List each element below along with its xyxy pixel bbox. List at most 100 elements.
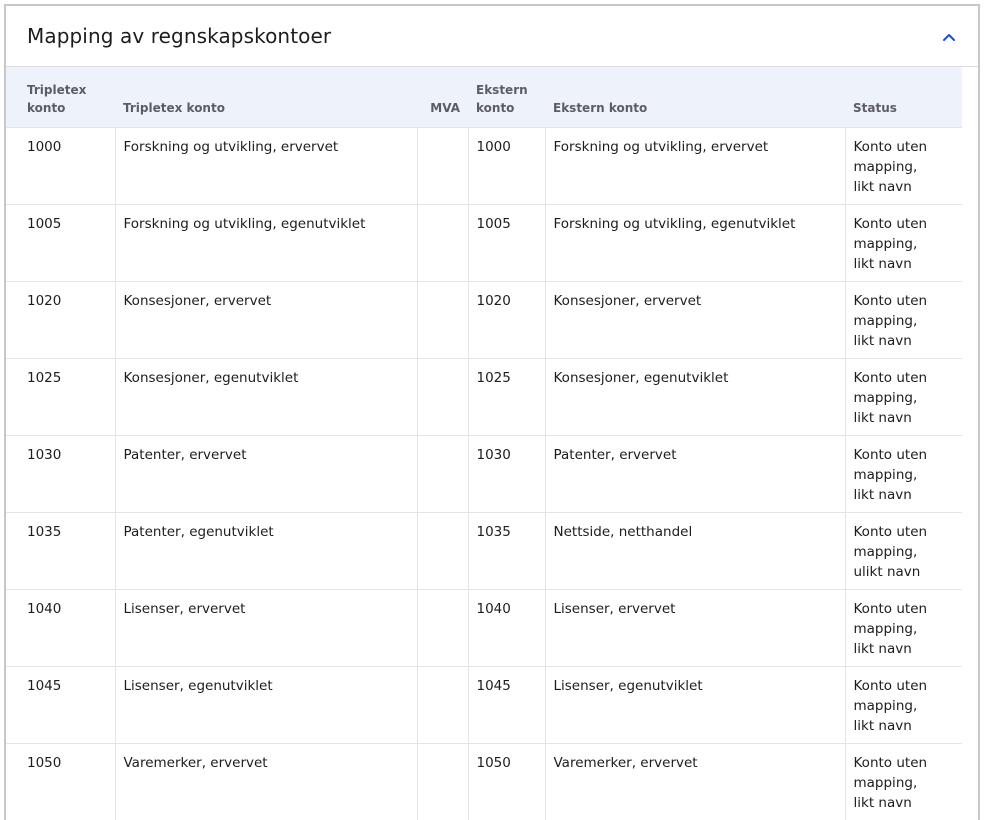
external-account-number-text: 1030: [476, 446, 511, 463]
status-cell-text: Konto uten mapping, likt navn: [853, 215, 928, 272]
tripletex-account-number: 1020: [6, 281, 115, 358]
external-account-name-text: Patenter, ervervet: [553, 446, 677, 463]
tripletex-account-number-text: 1030: [27, 446, 62, 463]
external-account-name: Forskning og utvikling, ervervet: [544, 127, 845, 204]
external-account-number: 1050: [467, 743, 545, 820]
header-mva[interactable]: MVA: [417, 67, 468, 127]
tripletex-account-number-text: 1005: [27, 215, 62, 232]
mva-cell: [416, 589, 468, 666]
tripletex-account-number: 1045: [6, 666, 115, 743]
table-row[interactable]: 1025 Konsesjoner, egenutviklet 1025 Konsesj…: [6, 358, 962, 435]
tripletex-account-number: 1000: [6, 127, 115, 204]
status-cell: Konto uten mapping, likt navn: [844, 743, 962, 820]
status-cell-text: Konto uten mapping, likt navn: [853, 600, 928, 657]
external-account-name-text: Konsesjoner, egenutviklet: [553, 369, 729, 386]
panel-title: Mapping av regnskapskontoer: [27, 24, 332, 48]
chevron-up-icon: [943, 34, 955, 41]
tripletex-account-number: 1005: [6, 204, 115, 281]
tripletex-account-name-text: Lisenser, ervervet: [123, 600, 246, 617]
external-account-name: Varemerker, ervervet: [544, 743, 845, 820]
tripletex-account-number: 1035: [6, 512, 115, 589]
status-cell-text: Konto uten mapping, likt navn: [853, 138, 928, 195]
mapping-table-container: Tripletex konto Tripletex konto MVA Ekst…: [6, 67, 962, 820]
external-account-name: Konsesjoner, egenutviklet: [544, 358, 845, 435]
header-external-account-number[interactable]: Ekstern konto: [468, 67, 545, 127]
header-external-account-name[interactable]: Ekstern konto: [545, 67, 845, 127]
table-row[interactable]: 1005 Forskning og utvikling, egenutviklet…: [6, 204, 962, 281]
panel-header[interactable]: Mapping av regnskapskontoer: [6, 6, 978, 67]
external-account-name: Patenter, ervervet: [544, 435, 845, 512]
tripletex-account-name-text: Forskning og utvikling, egenutviklet: [123, 215, 366, 232]
status-cell: Konto uten mapping, likt navn: [844, 127, 962, 204]
table-row[interactable]: 1050 Varemerker, ervervet 1050 Varemerker, …: [6, 743, 962, 820]
external-account-number-text: 1035: [476, 523, 511, 540]
external-account-name: Lisenser, ervervet: [544, 589, 845, 666]
tripletex-account-name: Varemerker, ervervet: [114, 743, 417, 820]
external-account-number-text: 1050: [476, 754, 511, 771]
external-account-name: Nettside, netthandel: [544, 512, 845, 589]
tripletex-account-name: Patenter, egenutviklet: [114, 512, 417, 589]
external-account-name-text: Nettside, netthandel: [553, 523, 693, 540]
mva-cell: [416, 358, 468, 435]
external-account-name: Forskning og utvikling, egenutviklet: [544, 204, 845, 281]
header-tripletex-account-number[interactable]: Tripletex konto: [6, 67, 115, 127]
external-account-number-text: 1020: [476, 292, 511, 309]
tripletex-account-number-text: 1045: [27, 677, 62, 694]
table-row[interactable]: 1035 Patenter, egenutviklet 1035 Nettside, …: [6, 512, 962, 589]
mva-cell: [416, 127, 468, 204]
external-account-number: 1025: [467, 358, 545, 435]
external-account-name: Konsesjoner, ervervet: [544, 281, 845, 358]
tripletex-account-number: 1040: [6, 589, 115, 666]
external-account-number-text: 1005: [476, 215, 511, 232]
tripletex-account-name-text: Varemerker, ervervet: [123, 754, 268, 771]
external-account-name: Lisenser, egenutviklet: [544, 666, 845, 743]
external-account-number: 1000: [467, 127, 545, 204]
tripletex-account-name: Konsesjoner, egenutviklet: [114, 358, 417, 435]
status-cell: Konto uten mapping, likt navn: [844, 589, 962, 666]
tripletex-account-number: 1025: [6, 358, 115, 435]
tripletex-account-number: 1050: [6, 743, 115, 820]
status-cell-text: Konto uten mapping, likt navn: [853, 369, 928, 426]
tripletex-account-name: Konsesjoner, ervervet: [114, 281, 417, 358]
external-account-number-text: 1045: [476, 677, 511, 694]
tripletex-account-name-text: Konsesjoner, ervervet: [123, 292, 272, 309]
table-header-row: Tripletex konto Tripletex konto MVA Ekst…: [6, 67, 962, 127]
status-cell: Konto uten mapping, likt navn: [844, 435, 962, 512]
tripletex-account-name-text: Patenter, egenutviklet: [123, 523, 274, 540]
mva-cell: [416, 204, 468, 281]
external-account-number: 1020: [467, 281, 545, 358]
mva-cell: [416, 666, 468, 743]
status-cell: Konto uten mapping, ulikt navn: [844, 512, 962, 589]
tripletex-account-name-text: Patenter, ervervet: [123, 446, 247, 463]
header-status[interactable]: Status: [845, 67, 962, 127]
table-row[interactable]: 1045 Lisenser, egenutviklet 1045 Lisenser, …: [6, 666, 962, 743]
status-cell-text: Konto uten mapping, likt navn: [853, 754, 928, 811]
table-row[interactable]: 1020 Konsesjoner, ervervet 1020 Konsesjoner…: [6, 281, 962, 358]
mapping-table: Tripletex konto Tripletex konto MVA Ekst…: [6, 67, 962, 820]
tripletex-account-name-text: Lisenser, egenutviklet: [123, 677, 273, 694]
external-account-name-text: Varemerker, ervervet: [553, 754, 698, 771]
tripletex-account-number-text: 1025: [27, 369, 62, 386]
table-row[interactable]: 1030 Patenter, ervervet 1030 Patenter, erve…: [6, 435, 962, 512]
status-cell-text: Konto uten mapping, ulikt navn: [853, 523, 928, 580]
table-row[interactable]: 1000 Forskning og utvikling, ervervet 1000…: [6, 127, 962, 204]
mva-cell: [416, 435, 468, 512]
external-account-number: 1040: [467, 589, 545, 666]
tripletex-account-name-text: Forskning og utvikling, ervervet: [123, 138, 339, 155]
external-account-number: 1005: [467, 204, 545, 281]
header-tripletex-account-name[interactable]: Tripletex konto: [115, 67, 417, 127]
tripletex-account-number-text: 1000: [27, 138, 62, 155]
external-account-number: 1035: [467, 512, 545, 589]
mva-cell: [416, 743, 468, 820]
external-account-number: 1030: [467, 435, 545, 512]
table-row[interactable]: 1040 Lisenser, ervervet 1040 Lisenser, erve…: [6, 589, 962, 666]
external-account-name-text: Forskning og utvikling, egenutviklet: [553, 215, 796, 232]
external-account-number: 1045: [467, 666, 545, 743]
external-account-name-text: Konsesjoner, ervervet: [553, 292, 702, 309]
external-account-number-text: 1000: [476, 138, 511, 155]
external-account-name-text: Lisenser, ervervet: [553, 600, 676, 617]
tripletex-account-number: 1030: [6, 435, 115, 512]
external-account-name-text: Lisenser, egenutviklet: [553, 677, 703, 694]
collapse-button[interactable]: [938, 26, 960, 48]
tripletex-account-name: Patenter, ervervet: [114, 435, 417, 512]
